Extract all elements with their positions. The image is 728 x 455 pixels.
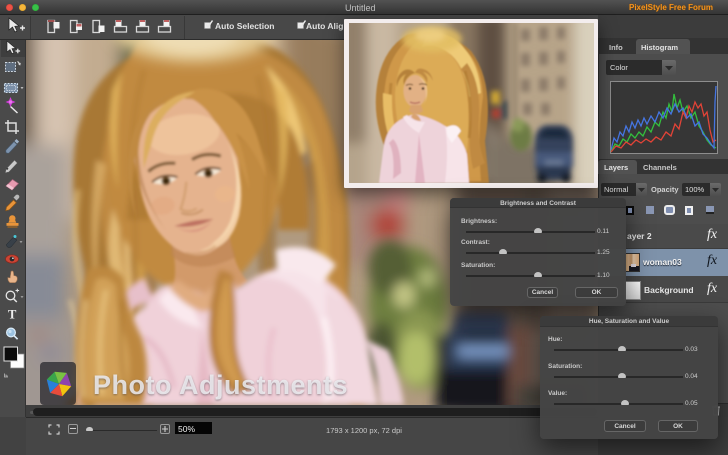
svg-text:T: T (8, 308, 17, 322)
